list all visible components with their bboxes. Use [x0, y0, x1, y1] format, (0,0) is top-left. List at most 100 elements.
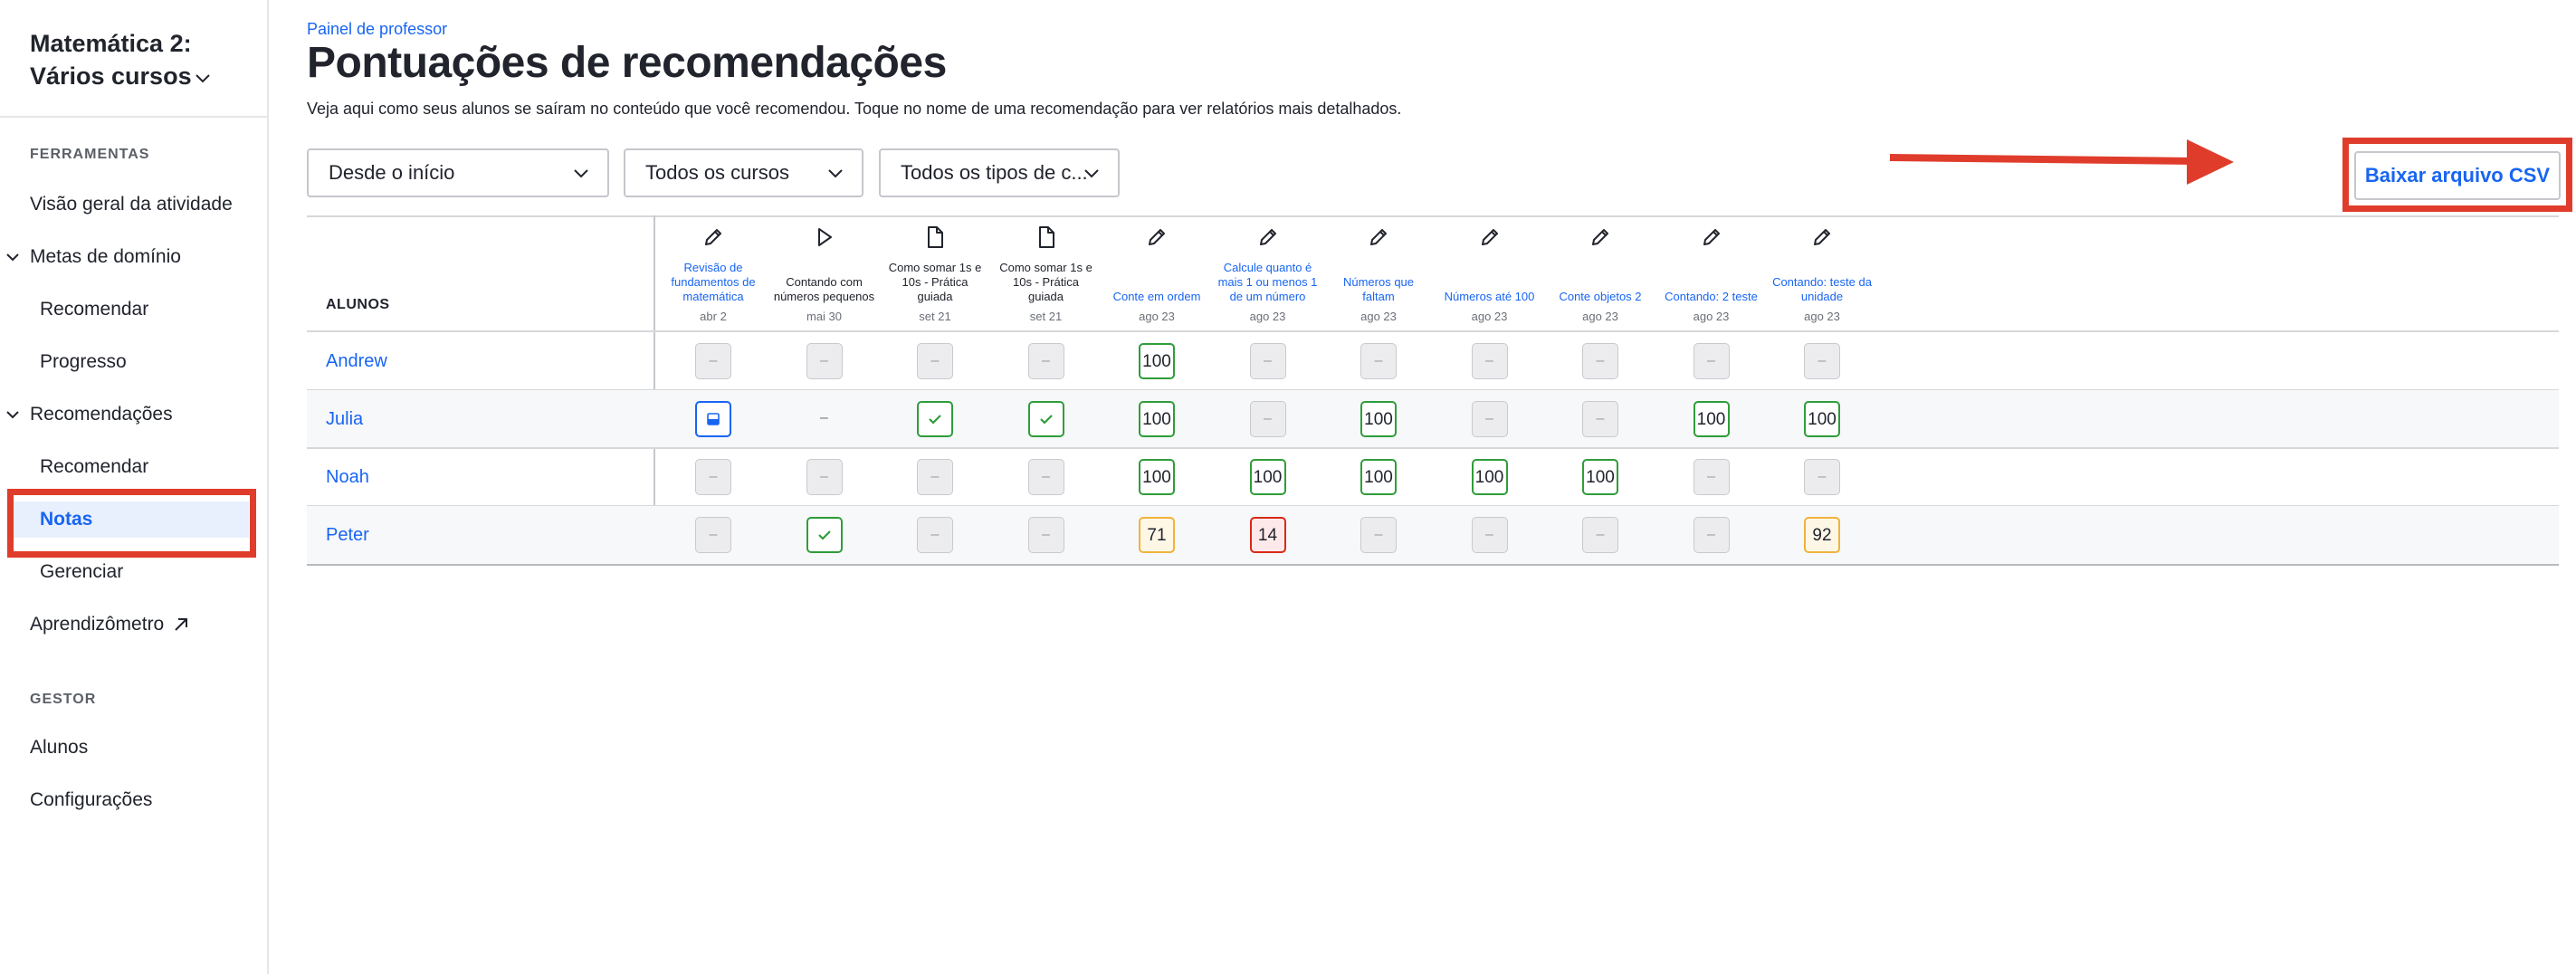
score-value: – — [1818, 353, 1827, 368]
score-cell[interactable]: 100 — [1804, 401, 1840, 437]
score-cell[interactable]: – — [1582, 343, 1618, 379]
assignment-title[interactable]: Calcule quanto é mais 1 ou menos 1 de um n… — [1216, 257, 1320, 304]
score-cell[interactable] — [917, 401, 953, 437]
students-column-header: ALUNOS — [326, 297, 390, 312]
score-cell[interactable]: 100 — [1139, 343, 1175, 379]
assignment-date: ago 23 — [1360, 310, 1397, 323]
nav-students[interactable]: Alunos — [0, 730, 88, 766]
period-filter-select[interactable]: Desde o início — [307, 148, 609, 197]
score-cell[interactable]: – — [1693, 343, 1730, 379]
score-value: 100 — [1142, 468, 1171, 487]
score-cell[interactable]: 100 — [1582, 459, 1618, 495]
score-cell[interactable]: – — [695, 343, 731, 379]
score-cell[interactable]: – — [806, 343, 843, 379]
score-cell[interactable]: 92 — [1804, 517, 1840, 553]
table-top-border — [307, 215, 2559, 217]
score-cell[interactable]: – — [1693, 459, 1730, 495]
assignment-title[interactable]: Números que faltam — [1327, 257, 1430, 304]
score-cell[interactable]: – — [1027, 343, 1064, 379]
nav-settings[interactable]: Configurações — [0, 782, 152, 818]
assignment-title[interactable]: Conte em ordem — [1105, 257, 1208, 304]
score-cell[interactable]: – — [806, 459, 843, 495]
nav-recommendations[interactable]: Recomendações — [0, 396, 173, 433]
score-value: – — [820, 353, 828, 368]
courses-filter-select[interactable]: Todos os cursos — [624, 148, 863, 197]
assignment-title[interactable]: Conte objetos 2 — [1549, 257, 1652, 304]
nav-mastery-goals[interactable]: Metas de domínio — [0, 239, 181, 275]
chevron-down-icon — [1084, 169, 1099, 178]
score-cell[interactable] — [806, 517, 843, 553]
score-cell[interactable]: – — [1804, 459, 1840, 495]
breadcrumb[interactable]: Painel de professor — [307, 20, 447, 39]
score-value: – — [1042, 469, 1050, 484]
score-cell[interactable]: – — [1249, 401, 1286, 437]
period-filter-value: Desde o início — [329, 161, 455, 184]
student-name-link[interactable]: Noah — [326, 448, 369, 506]
score-cell[interactable]: – — [1027, 459, 1064, 495]
assignment-header: Como somar 1s e 10s - Prática guiada set 21 — [995, 224, 1098, 323]
assignment-header[interactable]: Conte objetos 2 ago 23 — [1549, 224, 1652, 323]
assignment-header[interactable]: Contando: 2 teste ago 23 — [1660, 224, 1763, 323]
nav-mastery-recommend[interactable]: Recomendar — [0, 291, 148, 328]
page-title: Pontuações de recomendações — [307, 39, 947, 87]
score-cell[interactable]: 14 — [1249, 517, 1286, 553]
student-name-link[interactable]: Julia — [326, 390, 363, 448]
assignment-title[interactable]: Revisão de fundamentos de matemática — [662, 257, 765, 304]
assignment-title[interactable]: Contando: 2 teste — [1660, 257, 1763, 304]
content-type-filter-value: Todos os tipos de c... — [901, 161, 1088, 184]
assignment-title-line: Números até 100 — [1444, 290, 1535, 303]
assignment-header[interactable]: Números até 100 ago 23 — [1438, 224, 1541, 323]
download-csv-button[interactable]: Baixar arquivo CSV — [2354, 151, 2561, 200]
nav-rec-manage[interactable]: Gerenciar — [0, 554, 123, 590]
score-value: – — [1485, 411, 1493, 426]
nav-rec-recommend[interactable]: Recomendar — [0, 449, 148, 485]
content-type-filter-select[interactable]: Todos os tipos de c... — [879, 148, 1120, 197]
assignment-header[interactable]: Revisão de fundamentos de matemática abr 2 — [662, 224, 765, 323]
nav-mastery-progress[interactable]: Progresso — [0, 344, 127, 380]
assignment-header: Contando com números pequenos mai 30 — [773, 224, 876, 323]
score-cell[interactable]: – — [1693, 517, 1730, 553]
score-cell[interactable]: – — [1471, 401, 1508, 437]
score-cell[interactable]: – — [1471, 517, 1508, 553]
assignment-title[interactable]: Contando: teste da unidade — [1770, 257, 1874, 304]
score-cell[interactable]: 100 — [1139, 401, 1175, 437]
score-cell[interactable]: – — [695, 517, 731, 553]
score-cell[interactable]: – — [1027, 517, 1064, 553]
score-cell[interactable]: – — [1582, 401, 1618, 437]
nav-activity-overview[interactable]: Visão geral da atividade — [0, 186, 233, 223]
score-cell[interactable]: – — [1804, 343, 1840, 379]
score-cell[interactable]: 100 — [1249, 459, 1286, 495]
nav-learnometer-label: Aprendizômetro — [30, 614, 165, 635]
nav-learnometer[interactable]: Aprendizômetro — [0, 606, 189, 643]
assignment-title[interactable]: Números até 100 — [1438, 257, 1541, 304]
score-cell[interactable]: 100 — [1693, 401, 1730, 437]
score-cell[interactable] — [695, 401, 731, 437]
score-cell[interactable]: – — [1471, 343, 1508, 379]
student-name-link[interactable]: Peter — [326, 506, 369, 564]
assignment-title: Como somar 1s e 10s - Prática guiada — [883, 257, 987, 304]
score-cell[interactable]: – — [917, 517, 953, 553]
score-cell[interactable]: 100 — [1360, 401, 1397, 437]
assignment-header[interactable]: Contando: teste da unidade ago 23 — [1770, 224, 1874, 323]
student-name-link[interactable]: Andrew — [326, 332, 387, 390]
assignment-header[interactable]: Conte em ordem ago 23 — [1105, 224, 1208, 323]
score-cell[interactable]: – — [695, 459, 731, 495]
course-selector[interactable]: Matemática 2: Vários cursos — [30, 27, 256, 92]
score-cell[interactable]: – — [917, 459, 953, 495]
score-cell[interactable]: 100 — [1471, 459, 1508, 495]
score-value: 100 — [1142, 410, 1171, 429]
score-cell[interactable]: 100 — [1139, 459, 1175, 495]
score-cell[interactable]: – — [1360, 343, 1397, 379]
assignment-header[interactable]: Calcule quanto é mais 1 ou menos 1 de um n… — [1216, 224, 1320, 323]
table-bottom-border — [307, 564, 2559, 566]
assignment-header[interactable]: Números que faltam ago 23 — [1327, 224, 1430, 323]
score-cell[interactable]: 100 — [1360, 459, 1397, 495]
assignment-title-line: Números que — [1342, 275, 1415, 289]
score-cell[interactable] — [1027, 401, 1064, 437]
score-cell[interactable]: – — [917, 343, 953, 379]
score-cell[interactable]: – — [1360, 517, 1397, 553]
score-cell[interactable]: – — [1582, 517, 1618, 553]
score-cell[interactable]: 71 — [1139, 517, 1175, 553]
score-cell[interactable]: – — [1249, 343, 1286, 379]
document-icon — [928, 226, 943, 248]
